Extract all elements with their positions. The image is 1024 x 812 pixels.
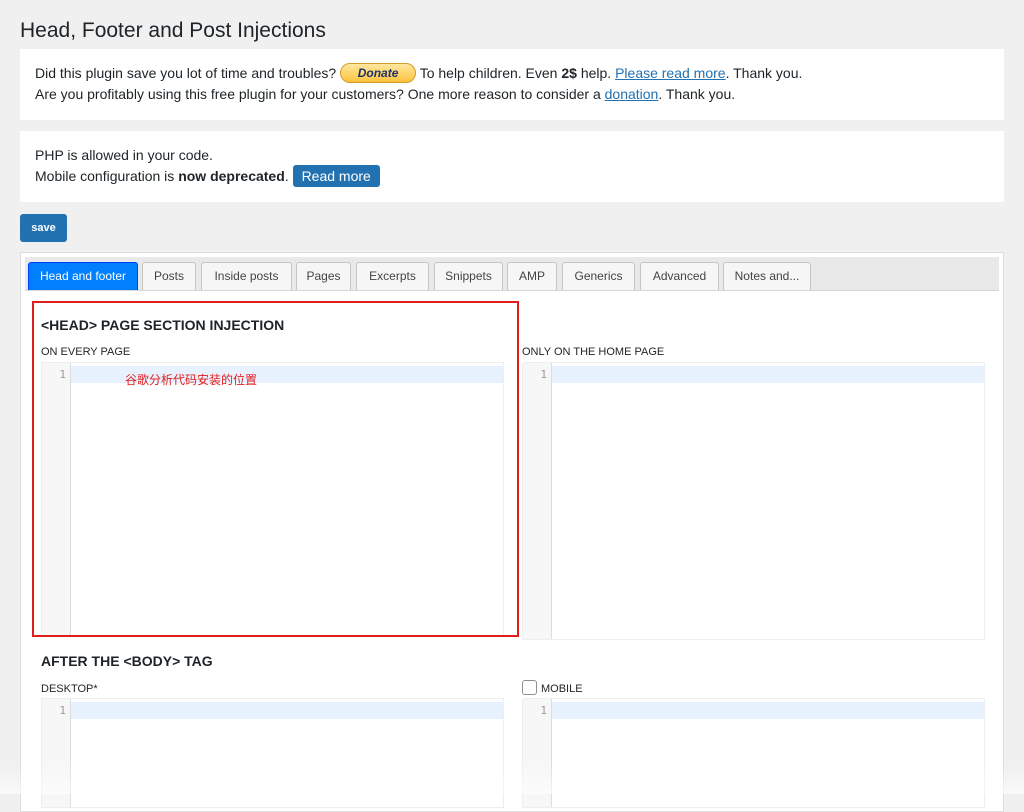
annotation-text: 谷歌分析代码安装的位置 [125, 373, 258, 387]
active-line [552, 702, 984, 719]
head-every-page-editor[interactable]: 1 [41, 362, 504, 636]
head-home-page-editor[interactable]: 1 [522, 362, 985, 640]
line-number: 1 [540, 368, 547, 381]
head-section-title: <HEAD> PAGE SECTION INJECTION [41, 317, 285, 333]
line-gutter: 1 [42, 699, 71, 807]
home-page-label: ONLY ON THE HOME PAGE [522, 346, 665, 358]
line-gutter: 1 [523, 699, 552, 807]
donate-button[interactable]: Donate [340, 62, 417, 83]
tab-inside-posts[interactable]: Inside posts [201, 262, 292, 290]
body-desktop-editor[interactable]: 1 [41, 698, 504, 808]
page-title: Head, Footer and Post Injections [20, 19, 326, 42]
line-gutter: 1 [42, 363, 71, 635]
active-line [71, 702, 503, 719]
php-allowed-text: PHP is allowed in your code. [35, 147, 213, 163]
line-gutter: 1 [523, 363, 552, 639]
mobile-label: MOBILE [541, 683, 583, 695]
tab-head-and-footer[interactable]: Head and footer [28, 262, 138, 290]
please-read-more-link[interactable]: Please read more [615, 65, 726, 81]
php-notice: PHP is allowed in your code. Mobile conf… [20, 131, 1004, 202]
line-number: 1 [59, 704, 66, 717]
line-number: 1 [540, 704, 547, 717]
tab-pages[interactable]: Pages [296, 262, 351, 290]
tab-posts[interactable]: Posts [142, 262, 196, 290]
tab-bar: Head and footer Posts Inside posts Pages… [25, 257, 999, 291]
body-section-title: AFTER THE <BODY> TAG [41, 653, 213, 669]
read-more-button[interactable]: Read more [292, 164, 380, 187]
line-number: 1 [59, 368, 66, 381]
body-mobile-editor[interactable]: 1 [522, 698, 985, 808]
tab-excerpts[interactable]: Excerpts [356, 262, 429, 290]
active-line [552, 366, 984, 383]
mobile-deprecated-line: Mobile configuration is now deprecated. … [35, 164, 989, 187]
tab-generics[interactable]: Generics [562, 262, 635, 290]
tab-advanced[interactable]: Advanced [640, 262, 719, 290]
donate-notice: Did this plugin save you lot of time and… [20, 49, 1004, 120]
tab-snippets[interactable]: Snippets [434, 262, 503, 290]
save-button[interactable]: save [20, 214, 67, 242]
donate-notice-line-2: Are you profitably using this free plugi… [35, 86, 736, 102]
tab-notes[interactable]: Notes and... [723, 262, 811, 290]
desktop-label: DESKTOP* [41, 683, 98, 695]
donation-link[interactable]: donation [605, 86, 659, 102]
mobile-checkbox[interactable] [522, 680, 537, 695]
every-page-label: ON EVERY PAGE [41, 346, 131, 358]
donate-notice-line-1: Did this plugin save you lot of time and… [35, 62, 989, 84]
tab-amp[interactable]: AMP [507, 262, 557, 290]
